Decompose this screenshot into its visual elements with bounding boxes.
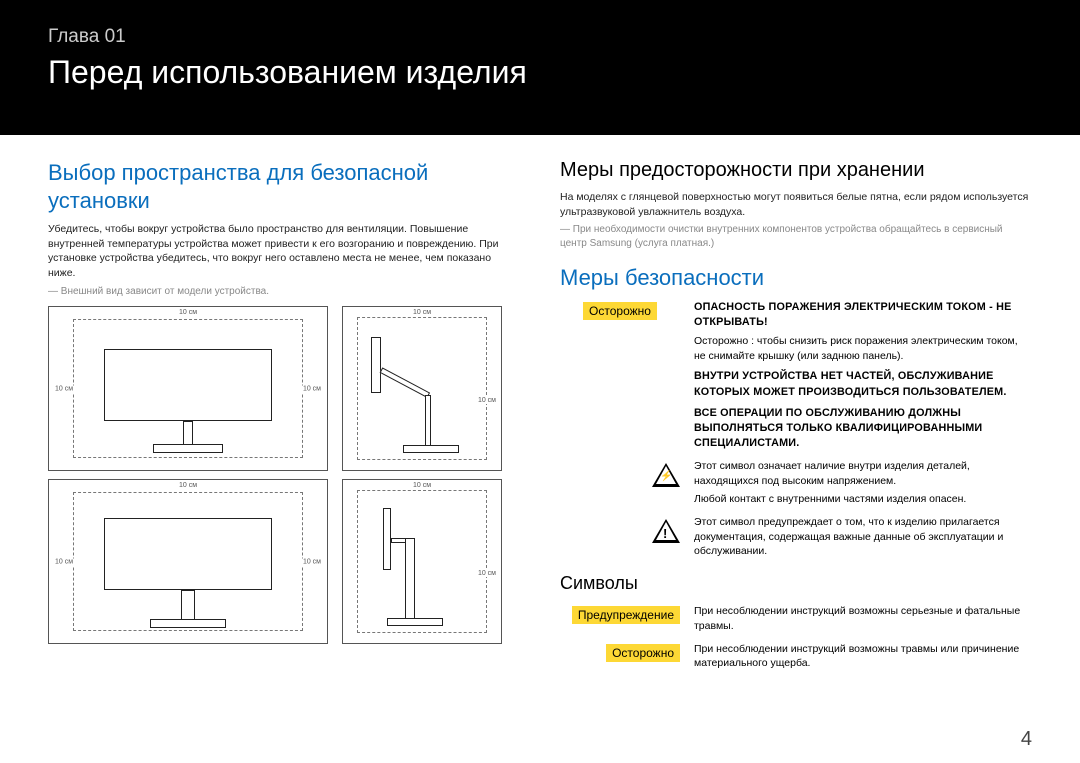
diagram-front-pillar: 10 см 10 см 10 см (48, 479, 328, 644)
caution-line2: Осторожно : чтобы снизить риск поражения… (694, 334, 1032, 363)
diagram-side-arm: 10 см 10 см (342, 306, 502, 471)
right-column: Меры предосторожности при хранении На мо… (560, 159, 1032, 679)
caution-text-bottom: При несоблюдении инструкций возможны тра… (694, 642, 1032, 671)
dim-top2: 10 см (177, 482, 199, 489)
bolt-text-2: Любой контакт с внутренними частями изде… (694, 492, 1032, 507)
warning-label: Предупреждение (572, 606, 680, 624)
left-column: Выбор пространства для безопасной устано… (48, 159, 520, 679)
bolt-text-1: Этот символ означает наличие внутри изде… (694, 459, 1032, 488)
caution-label-cell-bottom: Осторожно (560, 642, 680, 664)
storage-paragraph: На моделях с глянцевой поверхностью могу… (560, 190, 1032, 219)
triangle-bolt-row: Этот символ означает наличие внутри изде… (560, 459, 1032, 507)
dim-top: 10 см (177, 309, 199, 316)
caution-line4: ВСЕ ОПЕРАЦИИ ПО ОБСЛУЖИВАНИЮ ДОЛЖНЫ ВЫПО… (694, 406, 1032, 451)
caution-row-bottom: Осторожно При несоблюдении инструкций во… (560, 642, 1032, 671)
page-number: 4 (1021, 728, 1032, 751)
caution-block: Осторожно ОПАСНОСТЬ ПОРАЖЕНИЯ ЭЛЕКТРИЧЕС… (560, 300, 1032, 451)
heading-symbols: Символы (560, 573, 1032, 594)
diagram-front-stand: 10 см 10 см 10 см (48, 306, 328, 471)
warning-row: Предупреждение При несоблюдении инструкц… (560, 604, 1032, 633)
warning-text: При несоблюдении инструкций возможны сер… (694, 604, 1032, 633)
caution-text: ОПАСНОСТЬ ПОРАЖЕНИЯ ЭЛЕКТРИЧЕСКИМ ТОКОМ … (694, 300, 1032, 451)
diagram-side-pillar: 10 см 10 см (342, 479, 502, 644)
diagram-row-1: 10 см 10 см 10 см 10 см 10 см (48, 306, 520, 471)
chapter-label: Глава 01 (48, 26, 1032, 48)
dim-left: 10 см (53, 385, 75, 392)
dim-top2s: 10 см (411, 482, 433, 489)
dim-right: 10 см (301, 385, 323, 392)
chapter-title: Перед использованием изделия (48, 54, 1032, 91)
dim-right2: 10 см (301, 558, 323, 565)
heading-storage-precautions: Меры предосторожности при хранении (560, 159, 1032, 182)
dim-top-s: 10 см (411, 309, 433, 316)
triangle-exclamation-icon (560, 515, 680, 543)
heading-safety: Меры безопасности (560, 264, 1032, 292)
heading-installation-space: Выбор пространства для безопасной устано… (48, 159, 520, 214)
storage-note: При необходимости очистки внутренних ком… (560, 223, 1032, 250)
dim-right2s: 10 см (476, 570, 498, 577)
caution-label-bottom: Осторожно (606, 644, 680, 662)
triangle-excl-row: Этот символ предупреждает о том, что к и… (560, 515, 1032, 559)
caution-label-cell: Осторожно (560, 300, 680, 322)
installation-note: Внешний вид зависит от модели устройства… (48, 285, 520, 299)
content-columns: Выбор пространства для безопасной устано… (0, 135, 1080, 679)
warning-label-cell: Предупреждение (560, 604, 680, 626)
caution-line1: ОПАСНОСТЬ ПОРАЖЕНИЯ ЭЛЕКТРИЧЕСКИМ ТОКОМ … (694, 300, 1032, 330)
caution-label: Осторожно (583, 302, 657, 320)
caution-line3: ВНУТРИ УСТРОЙСТВА НЕТ ЧАСТЕЙ, ОБСЛУЖИВАН… (694, 369, 1032, 399)
dim-right-s: 10 см (476, 397, 498, 404)
header-band: Глава 01 Перед использованием изделия (0, 0, 1080, 135)
dim-left2: 10 см (53, 558, 75, 565)
triangle-excl-text: Этот символ предупреждает о том, что к и… (694, 515, 1032, 559)
diagram-row-2: 10 см 10 см 10 см 10 см 10 см (48, 479, 520, 644)
triangle-bolt-icon (560, 459, 680, 487)
triangle-bolt-text: Этот символ означает наличие внутри изде… (694, 459, 1032, 507)
installation-paragraph: Убедитесь, чтобы вокруг устройства было … (48, 222, 520, 281)
